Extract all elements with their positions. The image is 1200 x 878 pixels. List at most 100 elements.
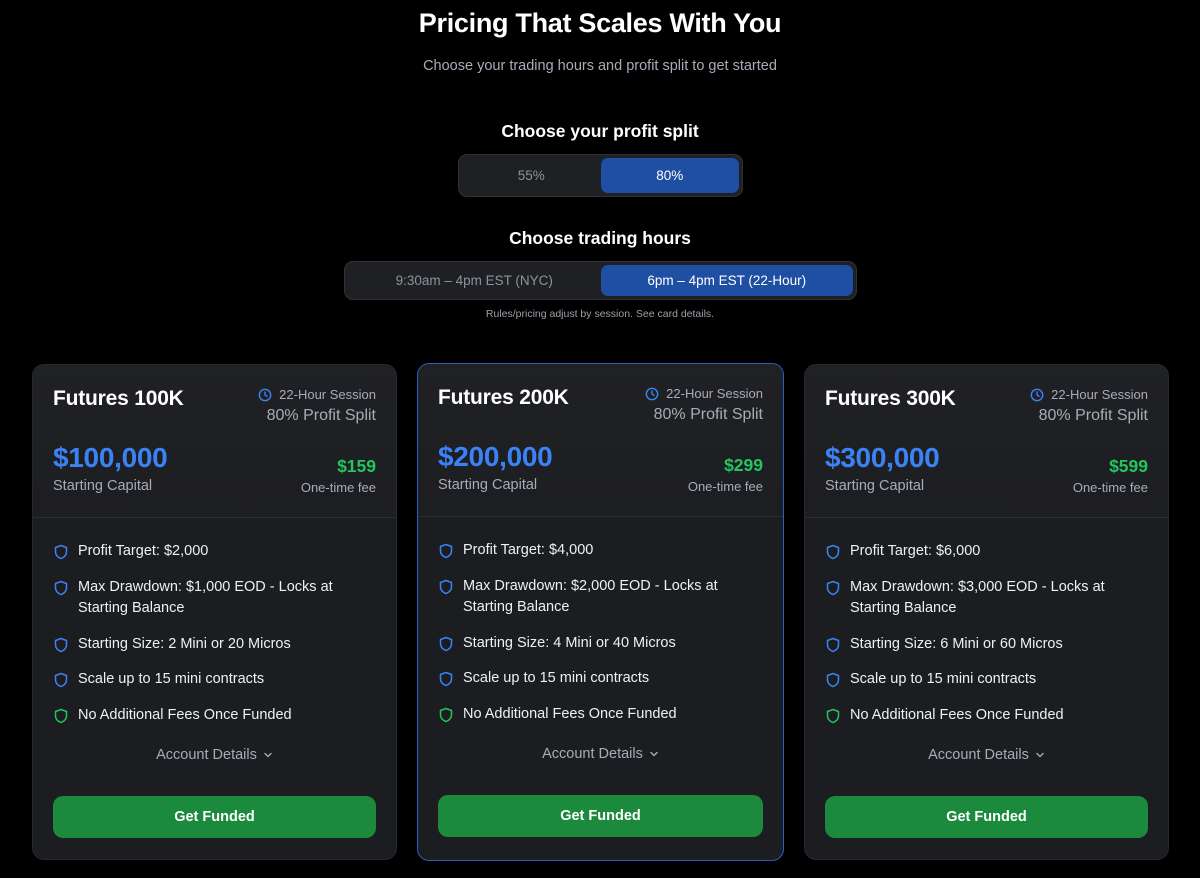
feature-list: Profit Target: $6,000 Max Drawdown: $3,0…: [825, 541, 1148, 740]
session-note: Rules/pricing adjust by session. See car…: [485, 308, 715, 320]
pricing-card-300k: Futures 300K 22-Hour Session 80% Profit …: [804, 364, 1169, 860]
one-time-fee-label: One-time fee: [300, 480, 376, 495]
feature-item: No Additional Fees Once Funded: [825, 705, 1148, 727]
feature-text: No Additional Fees Once Funded: [78, 706, 292, 723]
session-label: 22-Hour Session: [666, 386, 763, 401]
profit-split-value: 80% Profit Split: [1038, 407, 1148, 424]
feature-text: Max Drawdown: $1,000 EOD - Locks at Star…: [78, 578, 333, 617]
account-details-label: Account Details: [156, 747, 257, 763]
shield-icon: [439, 636, 453, 651]
trading-hours-label: Choose trading hours: [509, 228, 691, 248]
session-tag: 22-Hour Session: [258, 387, 376, 402]
starting-capital-label: Starting Capital: [438, 477, 538, 493]
feature-text: Profit Target: $4,000: [463, 542, 594, 558]
starting-capital: $200,000: [438, 441, 553, 472]
one-time-fee: $599: [1109, 456, 1148, 476]
profit-split-value: 80% Profit Split: [653, 406, 763, 423]
chevron-down-icon: [1036, 752, 1044, 758]
feature-text: Max Drawdown: $2,000 EOD - Locks at Star…: [463, 577, 718, 616]
feature-text: Profit Target: $2,000: [78, 543, 209, 559]
clock-icon: [1030, 388, 1044, 401]
profit-split-option-55[interactable]: 55%: [462, 158, 601, 193]
shield-icon: [439, 671, 453, 687]
shield-icon: [826, 544, 840, 560]
account-details-toggle[interactable]: Account Details: [805, 747, 1168, 763]
profit-split-toggle: 55% 80%: [458, 154, 743, 197]
shield-icon: [54, 637, 68, 652]
feature-item: Starting Size: 6 Mini or 60 Micros: [825, 634, 1148, 656]
session-label: 22-Hour Session: [279, 387, 376, 402]
chevron-down-icon: [264, 752, 272, 758]
feature-text: Starting Size: 2 Mini or 20 Micros: [78, 635, 291, 652]
shield-check-icon: [826, 708, 840, 723]
trading-hours-option-nyc[interactable]: 9:30am – 4pm EST (NYC): [348, 265, 601, 296]
shield-icon: [54, 544, 68, 560]
profit-split-option-80[interactable]: 80%: [600, 158, 739, 193]
feature-item: Scale up to 15 mini contracts: [53, 669, 376, 691]
starting-capital-label: Starting Capital: [825, 478, 925, 494]
session-label: 22-Hour Session: [1051, 387, 1148, 402]
card-title: Futures 200K: [438, 386, 569, 409]
shield-check-icon: [54, 708, 68, 723]
feature-text: Starting Size: 4 Mini or 40 Micros: [463, 634, 676, 651]
feature-item: Starting Size: 4 Mini or 40 Micros: [438, 633, 763, 655]
clock-icon: [645, 387, 659, 400]
feature-item: Max Drawdown: $3,000 EOD - Locks at Star…: [825, 577, 1148, 620]
session-tag: 22-Hour Session: [645, 386, 763, 401]
shield-icon: [54, 580, 68, 595]
feature-item: No Additional Fees Once Funded: [438, 704, 763, 726]
account-details-toggle[interactable]: Account Details: [418, 746, 783, 762]
feature-item: Profit Target: $2,000: [53, 541, 376, 563]
profit-split-label: Choose your profit split: [501, 121, 699, 141]
feature-list: Profit Target: $2,000 Max Drawdown: $1,0…: [53, 541, 376, 740]
pricing-card-100k: Futures 100K 22-Hour Session 80% Profit …: [32, 364, 397, 860]
get-funded-button[interactable]: Get Funded: [825, 796, 1148, 838]
card-title: Futures 100K: [53, 387, 184, 410]
feature-text: No Additional Fees Once Funded: [463, 705, 677, 722]
starting-capital-label: Starting Capital: [53, 478, 153, 494]
session-tag: 22-Hour Session: [1030, 387, 1148, 402]
trading-hours-toggle: 9:30am – 4pm EST (NYC) 6pm – 4pm EST (22…: [344, 261, 857, 300]
feature-text: Scale up to 15 mini contracts: [463, 670, 650, 686]
feature-text: Scale up to 15 mini contracts: [850, 671, 1037, 687]
feature-text: Scale up to 15 mini contracts: [78, 671, 265, 687]
feature-text: No Additional Fees Once Funded: [850, 706, 1064, 723]
get-funded-button[interactable]: Get Funded: [53, 796, 376, 838]
feature-list: Profit Target: $4,000 Max Drawdown: $2,0…: [438, 540, 763, 739]
feature-item: Scale up to 15 mini contracts: [825, 669, 1148, 691]
feature-text: Max Drawdown: $3,000 EOD - Locks at Star…: [850, 578, 1105, 617]
feature-text: Starting Size: 6 Mini or 60 Micros: [850, 635, 1063, 652]
one-time-fee: $299: [724, 455, 763, 475]
feature-item: Scale up to 15 mini contracts: [438, 668, 763, 690]
trading-hours-option-22-hour[interactable]: 6pm – 4pm EST (22-Hour): [600, 265, 853, 296]
profit-split-value: 80% Profit Split: [266, 407, 376, 424]
feature-text: Profit Target: $6,000: [850, 543, 981, 559]
chevron-down-icon: [650, 751, 658, 757]
shield-icon: [439, 543, 453, 559]
clock-icon: [258, 388, 272, 401]
account-details-label: Account Details: [542, 746, 643, 762]
shield-icon: [826, 637, 840, 652]
account-details-label: Account Details: [928, 747, 1029, 763]
one-time-fee-label: One-time fee: [1072, 480, 1148, 495]
account-details-toggle[interactable]: Account Details: [33, 747, 396, 763]
card-title: Futures 300K: [825, 387, 956, 410]
one-time-fee-label: One-time fee: [687, 479, 763, 494]
feature-item: Starting Size: 2 Mini or 20 Micros: [53, 634, 376, 656]
shield-icon: [826, 672, 840, 688]
shield-icon: [54, 672, 68, 688]
feature-item: Profit Target: $6,000: [825, 541, 1148, 563]
feature-item: No Additional Fees Once Funded: [53, 705, 376, 727]
shield-icon: [826, 580, 840, 595]
feature-item: Max Drawdown: $1,000 EOD - Locks at Star…: [53, 577, 376, 620]
get-funded-button[interactable]: Get Funded: [438, 795, 763, 837]
shield-check-icon: [439, 707, 453, 722]
shield-icon: [439, 579, 453, 594]
one-time-fee: $159: [337, 456, 376, 476]
pricing-card-200k: Futures 200K 22-Hour Session 80% Profit …: [417, 363, 784, 861]
starting-capital: $300,000: [825, 442, 940, 473]
feature-item: Profit Target: $4,000: [438, 540, 763, 562]
page-title: Pricing That Scales With You: [418, 8, 782, 38]
starting-capital: $100,000: [53, 442, 168, 473]
feature-item: Max Drawdown: $2,000 EOD - Locks at Star…: [438, 576, 763, 619]
